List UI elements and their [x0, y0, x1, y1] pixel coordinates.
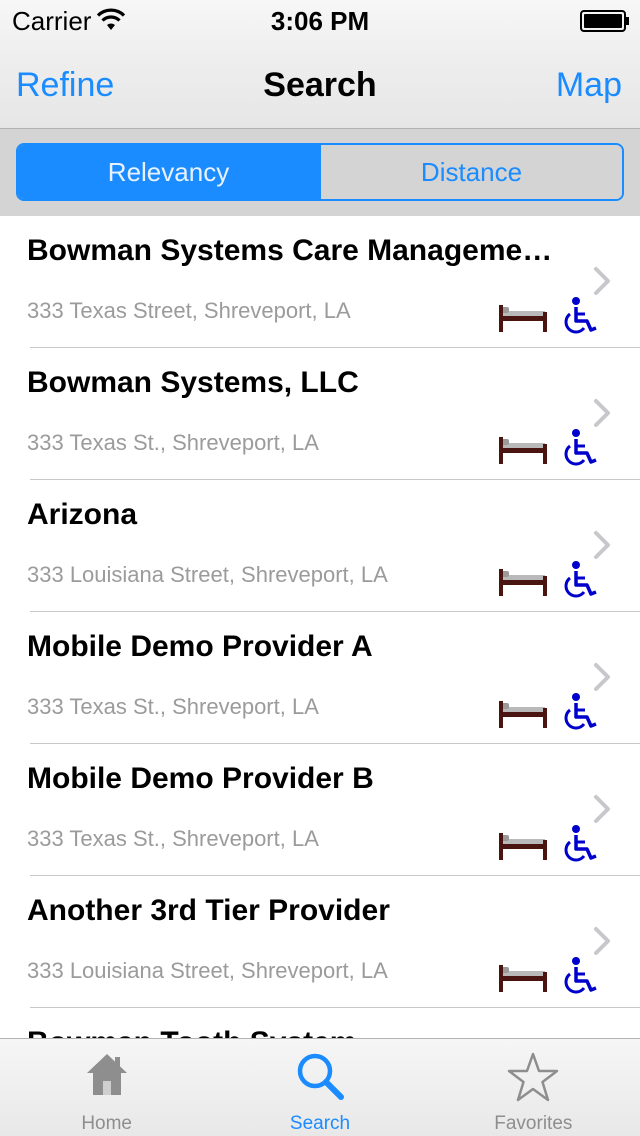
list-item[interactable]: Bowman Systems, LLC 333 Texas St., Shreve… [0, 348, 640, 480]
chevron-right-icon [594, 663, 610, 691]
provider-address: 333 Texas St., Shreveport, LA [27, 826, 319, 851]
segment-distance[interactable]: Distance [319, 145, 622, 199]
bed-icon [499, 569, 547, 596]
tab-home-label: Home [81, 1113, 132, 1134]
provider-name: Bowman Systems Care Manageme… [27, 234, 553, 267]
list-item[interactable]: Mobile Demo Provider A 333 Texas St., Shr… [0, 612, 640, 744]
chevron-right-icon [594, 531, 610, 559]
chevron-right-icon [594, 927, 610, 955]
tab-search-label: Search [289, 1113, 351, 1134]
list-item[interactable]: Another 3rd Tier Provider 333 Louisiana S… [0, 876, 640, 1008]
provider-address: 333 Louisiana Street, Shreveport, LA [27, 562, 388, 587]
chevron-right-icon [594, 399, 610, 427]
list-item[interactable]: Bowman Tooth System [0, 1008, 640, 1038]
provider-name: Bowman Systems, LLC [27, 366, 359, 399]
provider-name: Bowman Tooth System [27, 1026, 587, 1038]
status-time: 3:06 PM [270, 6, 370, 36]
provider-address: 333 Texas Street, Shreveport, LA [27, 298, 351, 323]
search-icon [297, 1053, 344, 1100]
provider-name: Arizona [27, 498, 138, 531]
tab-favorites-label: Favorites [494, 1113, 573, 1134]
bed-icon [499, 437, 547, 464]
tab-favorites[interactable]: Favorites [427, 1039, 640, 1136]
top-bar: Carrier 3:06 PM Refine Search Map [0, 0, 640, 128]
provider-address: 333 Texas St., Shreveport, LA [27, 694, 319, 719]
sort-segmented-control: Relevancy Distance [16, 143, 624, 201]
bed-icon [499, 833, 547, 860]
wheelchair-icon [564, 561, 597, 598]
list-item[interactable]: Bowman Systems Care Manageme… 333 Texas S… [0, 216, 640, 348]
home-icon [86, 1054, 127, 1095]
wheelchair-icon [564, 429, 597, 466]
provider-address: 333 Texas St., Shreveport, LA [27, 430, 319, 455]
refine-button[interactable]: Refine [16, 66, 114, 105]
provider-name: Mobile Demo Provider B [27, 762, 374, 795]
wheelchair-icon [564, 957, 597, 994]
chevron-right-icon [594, 795, 610, 823]
segment-area: Relevancy Distance [0, 128, 640, 216]
list-item[interactable]: Arizona 333 Louisiana Street, Shreveport,… [0, 480, 640, 612]
segment-relevancy[interactable]: Relevancy [18, 145, 319, 199]
list-item[interactable]: Mobile Demo Provider B 333 Texas St., Shr… [0, 744, 640, 876]
bed-icon [499, 965, 547, 992]
status-bar: Carrier 3:06 PM [0, 0, 640, 40]
results-list: Bowman Systems Care Manageme… 333 Texas S… [0, 216, 640, 1038]
battery-icon [580, 10, 629, 32]
bed-icon [499, 701, 547, 728]
tab-search[interactable]: Search [213, 1039, 426, 1136]
star-icon [508, 1052, 559, 1102]
tab-home[interactable]: Home [0, 1039, 213, 1136]
navigation-bar: Refine Search Map [0, 40, 640, 128]
bed-icon [499, 305, 547, 332]
tab-bar: Home Search Favorites [0, 1038, 640, 1136]
chevron-right-icon [594, 267, 610, 295]
map-button[interactable]: Map [556, 66, 622, 105]
provider-address: 333 Louisiana Street, Shreveport, LA [27, 958, 388, 983]
wheelchair-icon [564, 825, 597, 862]
provider-name: Another 3rd Tier Provider [27, 894, 390, 927]
wheelchair-icon [564, 693, 597, 730]
wheelchair-icon [564, 297, 597, 334]
provider-name: Mobile Demo Provider A [27, 630, 373, 663]
